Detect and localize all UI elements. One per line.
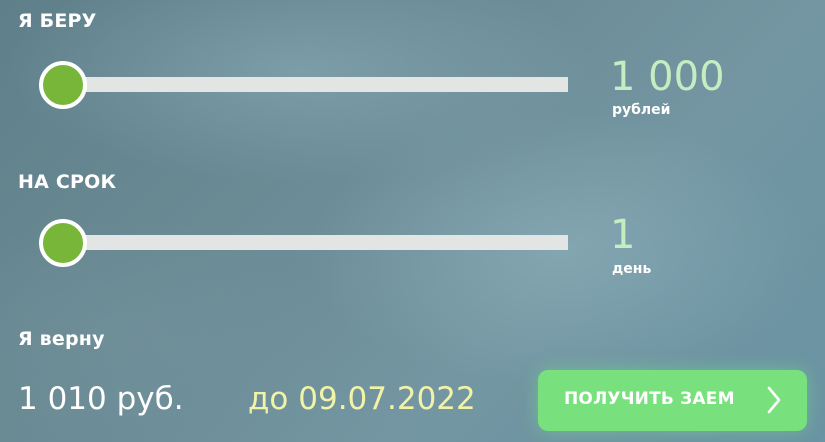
term-label: НА СРОК bbox=[18, 171, 117, 193]
chevron-right-icon bbox=[767, 386, 781, 419]
amount-label: Я БЕРУ bbox=[18, 10, 97, 32]
term-slider-track[interactable] bbox=[66, 235, 568, 250]
amount-unit: рублей bbox=[612, 102, 671, 118]
term-value: 1 bbox=[610, 212, 636, 258]
return-label: Я верну bbox=[18, 328, 105, 350]
term-unit: день bbox=[612, 261, 652, 277]
amount-slider-handle[interactable] bbox=[39, 61, 87, 109]
return-amount: 1 010 руб. bbox=[18, 381, 184, 417]
amount-value: 1 000 bbox=[610, 54, 725, 100]
get-loan-button-label: ПОЛУЧИТЬ ЗАЕМ bbox=[564, 389, 735, 409]
term-slider-handle[interactable] bbox=[39, 219, 87, 267]
amount-slider-track[interactable] bbox=[66, 77, 568, 92]
get-loan-button[interactable]: ПОЛУЧИТЬ ЗАЕМ bbox=[538, 370, 807, 431]
return-date: до 09.07.2022 bbox=[248, 381, 476, 417]
